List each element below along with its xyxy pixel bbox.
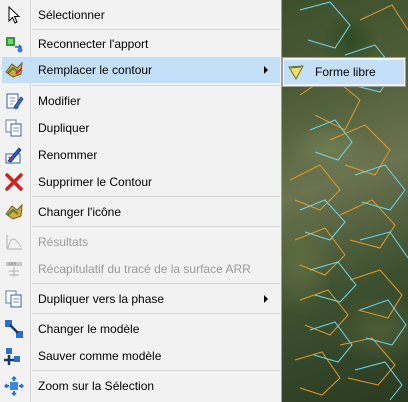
edit-icon [4,91,24,111]
menu-item-label: Sauver comme modèle [38,349,162,363]
menu-item-label: Remplacer le contour [38,63,153,77]
replace-contour-icon [4,60,24,80]
summary-icon: ARR [4,259,24,279]
submenu-item-label: Forme libre [315,65,376,79]
menu-separator [32,283,280,284]
menu-item-changer-icone[interactable]: Changer l'icône [2,199,280,225]
menu-item-label: Renommer [38,148,98,162]
menu-item-label: Dupliquer [38,121,90,135]
change-model-icon [4,319,24,339]
menu-separator [32,85,280,86]
submenu-arrow-icon [264,295,268,303]
menu-item-selectionner[interactable]: Sélectionner [2,2,280,28]
menu-item-resultats[interactable]: Résultats [2,229,280,255]
menu-item-modifier[interactable]: Modifier [2,88,280,114]
menu-item-label: Modifier [38,94,81,108]
menu-separator [32,226,280,227]
menu-item-label: Zoom sur la Sélection [38,379,155,393]
menu-item-remplacer-contour[interactable]: Remplacer le contour [2,57,280,83]
menu-item-label: Reconnecter l'apport [38,37,149,51]
context-menu: Sélectionner Reconnecter l'apport Rempla… [0,0,282,402]
menu-item-changer-modele[interactable]: Changer le modèle [2,316,280,342]
menu-item-supprimer-contour[interactable]: Supprimer le Contour [2,169,280,195]
menu-item-dupliquer[interactable]: Dupliquer [2,115,280,141]
menu-item-recapitulatif-trace[interactable]: ARR Récapitulatif du tracé de la surface… [2,256,280,282]
submenu-item-forme-libre[interactable]: Forme libre [284,60,404,84]
menu-separator [32,196,280,197]
cursor-arrow-icon [4,5,24,25]
menu-separator [32,370,280,371]
menu-separator [32,313,280,314]
menu-item-label: Sélectionner [38,8,105,22]
zoom-selection-icon [3,375,25,397]
save-model-icon [4,346,24,366]
duplicate-icon [4,118,24,138]
menu-item-sauver-modele[interactable]: Sauver comme modèle [2,343,280,369]
menu-item-zoom-selection[interactable]: Zoom sur la Sélection [2,373,280,399]
menu-item-label: Changer le modèle [38,322,140,336]
rename-icon [4,145,24,165]
submenu-arrow-icon [264,66,268,74]
change-icon-icon [4,202,24,222]
reconnect-icon [4,34,24,54]
svg-text:ARR: ARR [8,262,17,267]
menu-item-label: Dupliquer vers la phase [38,292,165,306]
menu-item-label: Récapitulatif du tracé de la surface ARR [38,262,251,276]
duplicate-phase-icon [4,289,24,309]
menu-item-renommer[interactable]: Renommer [2,142,280,168]
menu-item-label: Changer l'icône [38,205,122,219]
delete-icon [4,172,24,192]
menu-item-label: Supprimer le Contour [38,175,153,189]
menu-item-label: Résultats [38,235,89,249]
menu-item-dupliquer-phase[interactable]: Dupliquer vers la phase [2,286,280,312]
menu-separator [32,29,280,30]
freeform-shape-icon [287,63,305,81]
submenu-remplacer-contour: Forme libre [282,57,406,87]
results-icon [4,232,24,252]
menu-item-reconnecter-apport[interactable]: Reconnecter l'apport [2,31,280,57]
